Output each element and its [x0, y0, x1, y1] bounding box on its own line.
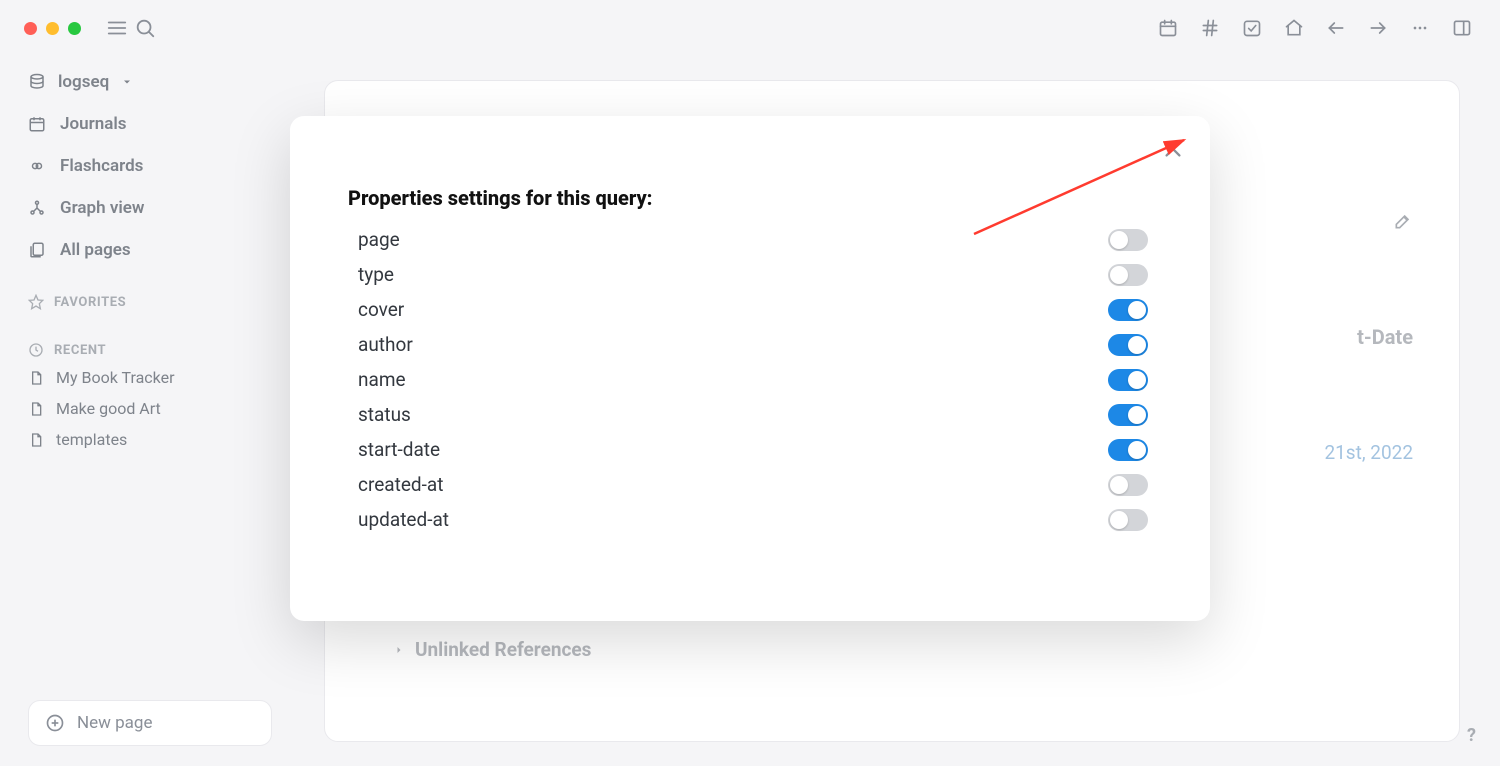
- property-name: cover: [358, 298, 404, 321]
- table-date-fragment: 21st, 2022: [1324, 441, 1413, 464]
- more-icon[interactable]: [1406, 14, 1434, 42]
- sidebar-toggle-button[interactable]: [103, 14, 131, 42]
- graph-name: logseq: [58, 72, 109, 92]
- plus-circle-icon: [45, 713, 65, 733]
- window-controls: [24, 22, 81, 35]
- property-row-name: name: [348, 362, 1152, 397]
- recent-item[interactable]: My Book Tracker: [28, 368, 272, 387]
- property-row-type: type: [348, 257, 1152, 292]
- property-name: page: [358, 228, 400, 251]
- page-icon: [28, 432, 44, 448]
- calendar-icon[interactable]: [1154, 14, 1182, 42]
- star-icon: [28, 294, 44, 310]
- property-toggle-start-date[interactable]: [1108, 439, 1148, 461]
- property-name: start-date: [358, 438, 440, 461]
- close-icon: [1162, 138, 1184, 160]
- clock-icon: [28, 342, 44, 358]
- hash-icon[interactable]: [1196, 14, 1224, 42]
- pages-icon: [28, 241, 46, 259]
- window-minimize-dot[interactable]: [46, 22, 59, 35]
- titlebar: [0, 0, 1500, 56]
- property-name: created-at: [358, 473, 443, 496]
- recent-item-label: My Book Tracker: [56, 368, 175, 387]
- infinity-icon: [28, 157, 46, 175]
- sidebar-item-flashcards[interactable]: Flashcards: [28, 156, 272, 176]
- property-toggle-created-at[interactable]: [1108, 474, 1148, 496]
- unlinked-references-label: Unlinked References: [415, 638, 591, 661]
- property-toggle-cover[interactable]: [1108, 299, 1148, 321]
- window-close-dot[interactable]: [24, 22, 37, 35]
- property-row-page: page: [348, 222, 1152, 257]
- property-row-status: status: [348, 397, 1152, 432]
- property-toggle-updated-at[interactable]: [1108, 509, 1148, 531]
- app-root: logseq Journals Flashcards Graph view Al…: [0, 0, 1500, 766]
- table-column-header-fragment: t-Date: [1357, 325, 1413, 349]
- recent-item-label: templates: [56, 430, 127, 449]
- page-icon: [28, 370, 44, 386]
- property-name: author: [358, 333, 413, 356]
- property-toggle-status[interactable]: [1108, 404, 1148, 426]
- new-page-label: New page: [77, 713, 153, 733]
- property-toggle-type[interactable]: [1108, 264, 1148, 286]
- property-toggle-name[interactable]: [1108, 369, 1148, 391]
- property-row-updated-at: updated-at: [348, 502, 1152, 537]
- modal-title: Properties settings for this query:: [348, 186, 1152, 210]
- recent-item[interactable]: Make good Art: [28, 399, 272, 418]
- sidebar-item-label: Flashcards: [60, 156, 143, 176]
- home-icon[interactable]: [1280, 14, 1308, 42]
- sidebar-item-label: All pages: [60, 240, 131, 260]
- property-name: type: [358, 263, 394, 286]
- properties-settings-modal: Properties settings for this query: page…: [290, 116, 1210, 621]
- titlebar-actions-right: [1154, 14, 1476, 42]
- new-page-button[interactable]: New page: [28, 700, 272, 746]
- recent-heading[interactable]: RECENT: [28, 342, 272, 358]
- property-toggle-page[interactable]: [1108, 229, 1148, 251]
- right-sidebar-toggle-icon[interactable]: [1448, 14, 1476, 42]
- property-name: updated-at: [358, 508, 449, 531]
- checkbox-icon[interactable]: [1238, 14, 1266, 42]
- sidebar-item-all-pages[interactable]: All pages: [28, 240, 272, 260]
- graph-icon: [28, 199, 46, 217]
- nav-back-icon[interactable]: [1322, 14, 1350, 42]
- property-toggle-author[interactable]: [1108, 334, 1148, 356]
- favorites-heading[interactable]: FAVORITES: [28, 294, 272, 310]
- sidebar-item-label: Journals: [60, 114, 126, 134]
- section-label-text: FAVORITES: [54, 295, 126, 310]
- property-name: name: [358, 368, 406, 391]
- pencil-icon[interactable]: [1393, 211, 1413, 231]
- window-zoom-dot[interactable]: [68, 22, 81, 35]
- sidebar-item-journals[interactable]: Journals: [28, 114, 272, 134]
- chevron-right-icon: [393, 644, 405, 656]
- nav-forward-icon[interactable]: [1364, 14, 1392, 42]
- section-label-text: RECENT: [54, 343, 106, 358]
- property-row-created-at: created-at: [348, 467, 1152, 502]
- calendar-icon: [28, 115, 46, 133]
- property-row-start-date: start-date: [348, 432, 1152, 467]
- help-button[interactable]: ?: [1467, 725, 1476, 746]
- recent-item-label: Make good Art: [56, 399, 161, 418]
- chevron-down-icon: [121, 76, 133, 88]
- property-row-author: author: [348, 327, 1152, 362]
- sidebar-item-graph-view[interactable]: Graph view: [28, 198, 272, 218]
- unlinked-references-toggle[interactable]: Unlinked References: [393, 638, 591, 661]
- property-toggle-list: page type cover author name status start-date c…: [348, 222, 1152, 537]
- recent-list: My Book Tracker Make good Art templates: [28, 368, 272, 461]
- sidebar: logseq Journals Flashcards Graph view Al…: [0, 56, 300, 766]
- property-row-cover: cover: [348, 292, 1152, 327]
- property-name: status: [358, 403, 411, 426]
- close-button[interactable]: [1162, 138, 1184, 160]
- sidebar-item-label: Graph view: [60, 198, 144, 218]
- database-icon: [28, 73, 46, 91]
- page-icon: [28, 401, 44, 417]
- graph-selector[interactable]: logseq: [28, 72, 272, 92]
- search-button[interactable]: [131, 14, 159, 42]
- recent-item[interactable]: templates: [28, 430, 272, 449]
